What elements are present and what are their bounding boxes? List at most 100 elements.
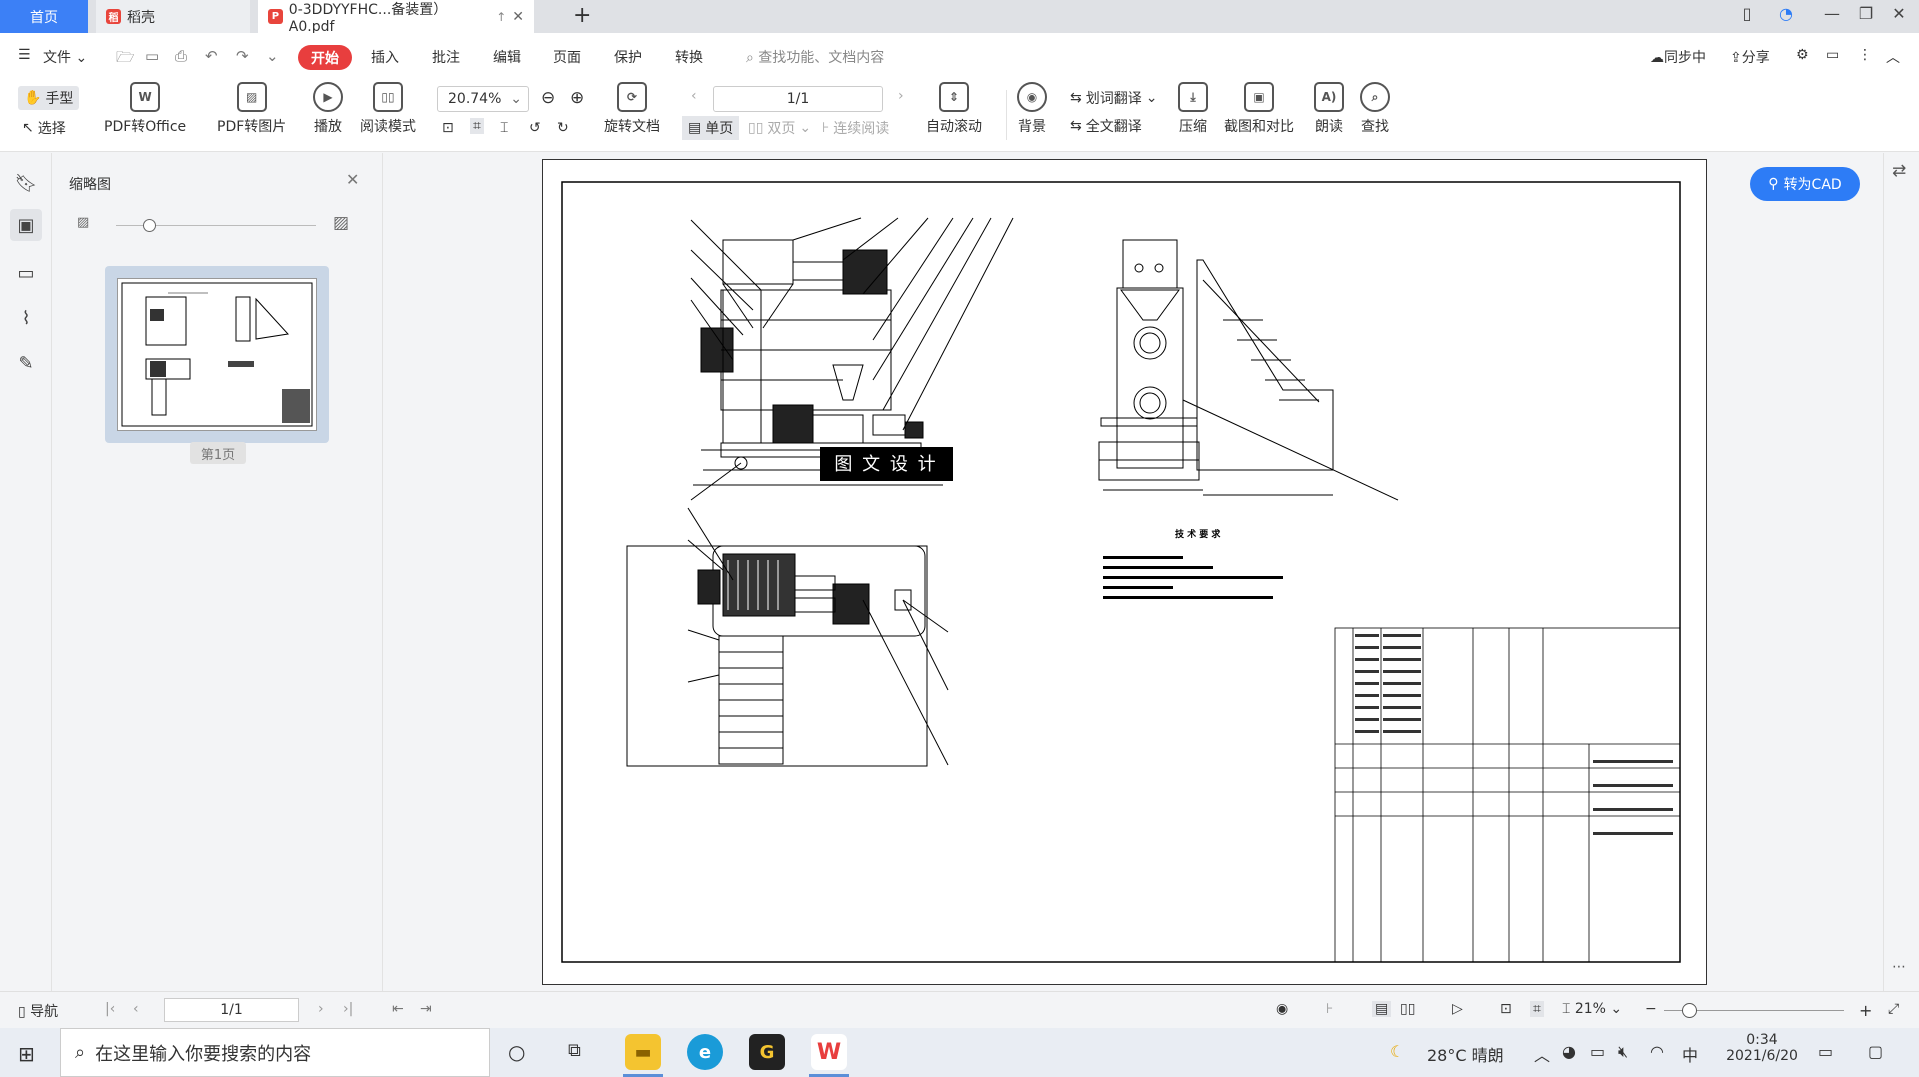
find-button[interactable]: ⌕ 查找 bbox=[1360, 82, 1390, 136]
word-translate-button[interactable]: ⇆ 划词翻译 ⌄ bbox=[1070, 88, 1157, 108]
close-panel-icon[interactable]: ✕ bbox=[346, 170, 359, 189]
menu-annotate[interactable]: 批注 bbox=[432, 47, 460, 67]
tab-docer[interactable]: 稻 稻壳 bbox=[96, 0, 250, 33]
last-page-icon[interactable]: ›| bbox=[343, 1001, 353, 1017]
hand-tool-button[interactable]: ✋ 手型 bbox=[18, 86, 80, 110]
ime-indicator[interactable]: 中 bbox=[1682, 1042, 1698, 1066]
task-view-icon[interactable]: ⧉ bbox=[568, 1040, 581, 1061]
windows-start-icon[interactable]: ⊞ bbox=[18, 1042, 35, 1066]
rotate-right-icon[interactable]: ↻ bbox=[557, 120, 569, 136]
account-avatar-icon[interactable]: ◔ bbox=[1772, 4, 1800, 23]
more-options-icon[interactable]: ⋯ bbox=[1892, 959, 1906, 975]
double-page-status-icon[interactable]: ▯▯ bbox=[1400, 1001, 1415, 1017]
restore-icon[interactable]: ❐ bbox=[1852, 4, 1880, 23]
wps-office-icon[interactable]: W bbox=[811, 1034, 847, 1070]
zoom-in-icon[interactable]: ⊕ bbox=[570, 88, 584, 108]
undo-icon[interactable]: ↶ bbox=[205, 47, 218, 65]
compress-button[interactable]: ⤓ 压缩 bbox=[1178, 82, 1208, 136]
zoom-out-status-icon[interactable]: − bbox=[1645, 1001, 1657, 1017]
actual-size-icon[interactable]: ⊡ bbox=[442, 120, 454, 136]
forward-icon[interactable]: ⇥ bbox=[420, 1001, 432, 1017]
zoom-in-status-icon[interactable]: + bbox=[1859, 1001, 1872, 1020]
zoom-out-icon[interactable]: ⊖ bbox=[541, 88, 555, 108]
auto-scroll-button[interactable]: ⇕ 自动滚动 bbox=[926, 82, 982, 136]
settings-icon[interactable]: ⚙ bbox=[1796, 47, 1809, 63]
first-page-icon[interactable]: |‹ bbox=[105, 1001, 115, 1017]
print-icon[interactable]: ⎙ bbox=[175, 47, 187, 65]
taskbar-search-box[interactable]: ⌕ 在这里输入你要搜索的内容 bbox=[60, 1028, 490, 1077]
redo-icon[interactable]: ↷ bbox=[236, 47, 249, 65]
rotate-left-icon[interactable]: ↺ bbox=[529, 120, 541, 136]
actual-size-status-icon[interactable]: ⊡ bbox=[1500, 1001, 1512, 1017]
pin-icon[interactable]: ↑ bbox=[496, 10, 506, 24]
read-aloud-button[interactable]: A) 朗读 bbox=[1314, 82, 1344, 136]
pdf-to-office-button[interactable]: W PDF转Office bbox=[104, 82, 186, 136]
comment-icon[interactable]: ▭ bbox=[14, 261, 38, 285]
quick-access-dropdown-icon[interactable]: ⌄ bbox=[266, 47, 279, 65]
signature-icon[interactable]: ✎ bbox=[14, 351, 38, 375]
page-thumbnail[interactable] bbox=[105, 266, 329, 443]
menu-file[interactable]: 文件 ⌄ bbox=[43, 47, 87, 67]
minimize-icon[interactable]: — bbox=[1818, 4, 1846, 23]
prev-page-status-icon[interactable]: ‹ bbox=[133, 1001, 139, 1017]
collapse-ribbon-icon[interactable]: ︿ bbox=[1886, 47, 1900, 67]
next-page-status-icon[interactable]: › bbox=[318, 1001, 324, 1017]
property-panel-icon[interactable]: ⇄ bbox=[1892, 161, 1906, 181]
feedback-icon[interactable]: ▭ bbox=[1826, 47, 1839, 63]
navigation-toggle[interactable]: ▯ 导航 bbox=[18, 1001, 58, 1021]
edge-browser-icon[interactable]: e bbox=[687, 1034, 723, 1070]
feature-search[interactable]: ⌕ 查找功能、文档内容 bbox=[746, 47, 884, 67]
page-number-input[interactable]: 1/1 bbox=[713, 86, 883, 112]
weather-text[interactable]: 28°C 晴朗 bbox=[1427, 1042, 1504, 1066]
fit-page-icon[interactable]: ⌗ bbox=[470, 118, 484, 134]
wifi-icon[interactable]: ◠ bbox=[1650, 1042, 1664, 1061]
page-view-icon[interactable]: ▯ bbox=[1733, 4, 1761, 23]
menu-page[interactable]: 页面 bbox=[553, 47, 581, 67]
convert-to-cad-button[interactable]: ⚲ 转为CAD bbox=[1750, 167, 1860, 201]
play-button[interactable]: ▶ 播放 bbox=[313, 82, 343, 136]
hamburger-icon[interactable]: ☰ bbox=[18, 47, 31, 63]
select-tool-button[interactable]: ↖ 选择 bbox=[22, 118, 66, 138]
menu-start[interactable]: 开始 bbox=[298, 45, 352, 70]
status-page-input[interactable]: 1/1 bbox=[164, 998, 299, 1022]
fullscreen-icon[interactable]: ⤢ bbox=[1888, 1001, 1899, 1017]
tab-home[interactable]: 首页 bbox=[0, 0, 88, 33]
clock[interactable]: 0:34 2021/6/20 bbox=[1722, 1032, 1802, 1064]
single-page-status-icon[interactable]: ▤ bbox=[1372, 1001, 1392, 1017]
share-button[interactable]: ⇪分享 bbox=[1730, 47, 1770, 67]
more-icon[interactable]: ⋮ bbox=[1858, 47, 1872, 63]
tab-close-icon[interactable]: ✕ bbox=[512, 9, 524, 25]
rotate-document-button[interactable]: ⟳ 旋转文档 bbox=[604, 82, 660, 136]
pdf-to-image-button[interactable]: ▨ PDF转图片 bbox=[217, 82, 286, 136]
zoom-slider-handle[interactable] bbox=[1682, 1003, 1697, 1018]
read-mode-button[interactable]: ▯▯ 阅读模式 bbox=[360, 82, 416, 136]
menu-convert[interactable]: 转换 bbox=[675, 47, 703, 67]
menu-protect[interactable]: 保护 bbox=[614, 47, 642, 67]
sync-status[interactable]: ☁同步中 bbox=[1650, 47, 1706, 67]
single-page-button[interactable]: ▤ 单页 bbox=[682, 116, 740, 140]
close-window-icon[interactable]: ✕ bbox=[1885, 4, 1913, 23]
continuous-read-button[interactable]: ⊦ 连续阅读 bbox=[822, 118, 889, 138]
volume-muted-icon[interactable]: 🔇︎ bbox=[1618, 1042, 1628, 1062]
open-folder-icon[interactable]: 🗁 bbox=[116, 47, 135, 72]
app-icon[interactable]: G bbox=[749, 1034, 785, 1070]
screenshot-compare-button[interactable]: ▣ 截图和对比 bbox=[1224, 82, 1294, 136]
thumbnail-icon[interactable]: ▣ bbox=[10, 209, 42, 241]
new-tab-icon[interactable]: + bbox=[573, 3, 591, 28]
zoom-dropdown[interactable]: ⌶ 21% ⌄ bbox=[1562, 1001, 1622, 1017]
menu-insert[interactable]: 插入 bbox=[371, 47, 399, 67]
background-button[interactable]: ◉ 背景 bbox=[1017, 82, 1047, 136]
continuous-status-icon[interactable]: ⊦ bbox=[1326, 1001, 1333, 1017]
next-page-icon[interactable]: › bbox=[898, 88, 904, 104]
zoom-select[interactable]: 20.74% ⌄ bbox=[437, 86, 529, 112]
action-center-icon[interactable]: ▢ bbox=[1868, 1042, 1883, 1061]
menu-edit[interactable]: 编辑 bbox=[493, 47, 521, 67]
back-icon[interactable]: ⇤ bbox=[392, 1001, 404, 1017]
cortana-icon[interactable]: ○ bbox=[508, 1040, 525, 1064]
save-icon[interactable]: ▭ bbox=[145, 47, 159, 65]
file-explorer-icon[interactable]: ▬ bbox=[625, 1034, 661, 1070]
double-page-button[interactable]: ▯▯ 双页 ⌄ bbox=[748, 118, 811, 138]
attachment-icon[interactable]: ⌇ bbox=[14, 306, 38, 330]
eye-protect-icon[interactable]: ◉ bbox=[1276, 1001, 1288, 1017]
prev-page-icon[interactable]: ‹ bbox=[691, 88, 697, 104]
